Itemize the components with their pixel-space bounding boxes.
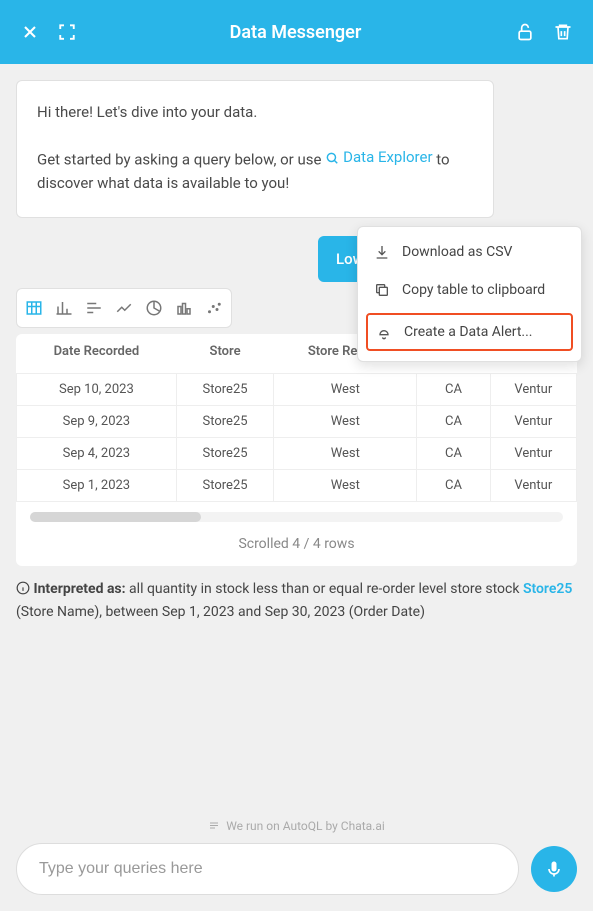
menu-copy-clipboard[interactable]: Copy table to clipboard — [358, 271, 581, 309]
intro-body: Get started by asking a query below, or … — [37, 146, 473, 195]
table-header[interactable]: Date Recorded — [17, 334, 177, 374]
table-header[interactable]: Store — [176, 334, 274, 374]
store-link[interactable]: Store25 — [523, 581, 572, 597]
app-title: Data Messenger — [230, 22, 362, 43]
table-view-icon[interactable] — [25, 299, 43, 317]
powered-by-text: We run on AutoQL by Chata.ai — [16, 819, 577, 833]
table-row: Sep 1, 2023 Store25 West CA Ventur — [17, 470, 577, 502]
table-row: Sep 4, 2023 Store25 West CA Ventur — [17, 438, 577, 470]
table-row: Sep 9, 2023 Store25 West CA Ventur — [17, 406, 577, 438]
clipboard-icon — [374, 282, 390, 298]
trash-icon[interactable] — [553, 22, 573, 42]
interpretation-text: Interpreted as: all quantity in stock le… — [16, 578, 577, 623]
viz-toolbar — [16, 288, 232, 328]
data-explorer-link[interactable]: Data Explorer — [325, 146, 432, 169]
results-card: Date Recorded Store Store Region State C… — [16, 334, 577, 566]
intro-card: Hi there! Let's dive into your data. Get… — [16, 80, 494, 218]
scrollbar-thumb[interactable] — [30, 512, 201, 522]
table-row: Sep 10, 2023 Store25 West CA Ventur — [17, 374, 577, 406]
more-options-menu: Download as CSV Copy table to clipboard … — [357, 226, 582, 362]
lock-open-icon[interactable] — [515, 22, 535, 42]
scrolled-count: Scrolled 4 / 4 rows — [16, 526, 577, 566]
line-chart-icon[interactable] — [115, 299, 133, 317]
header-left-group — [20, 22, 76, 42]
horizontal-bar-icon[interactable] — [85, 299, 103, 317]
info-icon — [16, 581, 30, 595]
query-input[interactable] — [16, 843, 519, 895]
input-row — [16, 843, 577, 895]
close-icon[interactable] — [20, 22, 40, 42]
bar-chart-icon[interactable] — [55, 299, 73, 317]
footer: We run on AutoQL by Chata.ai — [0, 819, 593, 911]
menu-download-csv[interactable]: Download as CSV — [358, 233, 581, 271]
bell-icon — [376, 324, 392, 340]
download-icon — [374, 244, 390, 260]
header-right-group — [515, 22, 573, 42]
intro-greeting: Hi there! Let's dive into your data. — [37, 101, 473, 124]
mic-button[interactable] — [531, 846, 577, 892]
expand-icon[interactable] — [58, 23, 76, 41]
pie-chart-icon[interactable] — [145, 299, 163, 317]
sparkle-icon — [208, 820, 220, 832]
microphone-icon — [544, 859, 564, 879]
menu-create-alert[interactable]: Create a Data Alert... — [366, 313, 573, 351]
app-header: Data Messenger — [0, 0, 593, 64]
column-chart-icon[interactable] — [175, 299, 193, 317]
scatter-chart-icon[interactable] — [205, 299, 223, 317]
horizontal-scrollbar[interactable] — [30, 512, 563, 522]
